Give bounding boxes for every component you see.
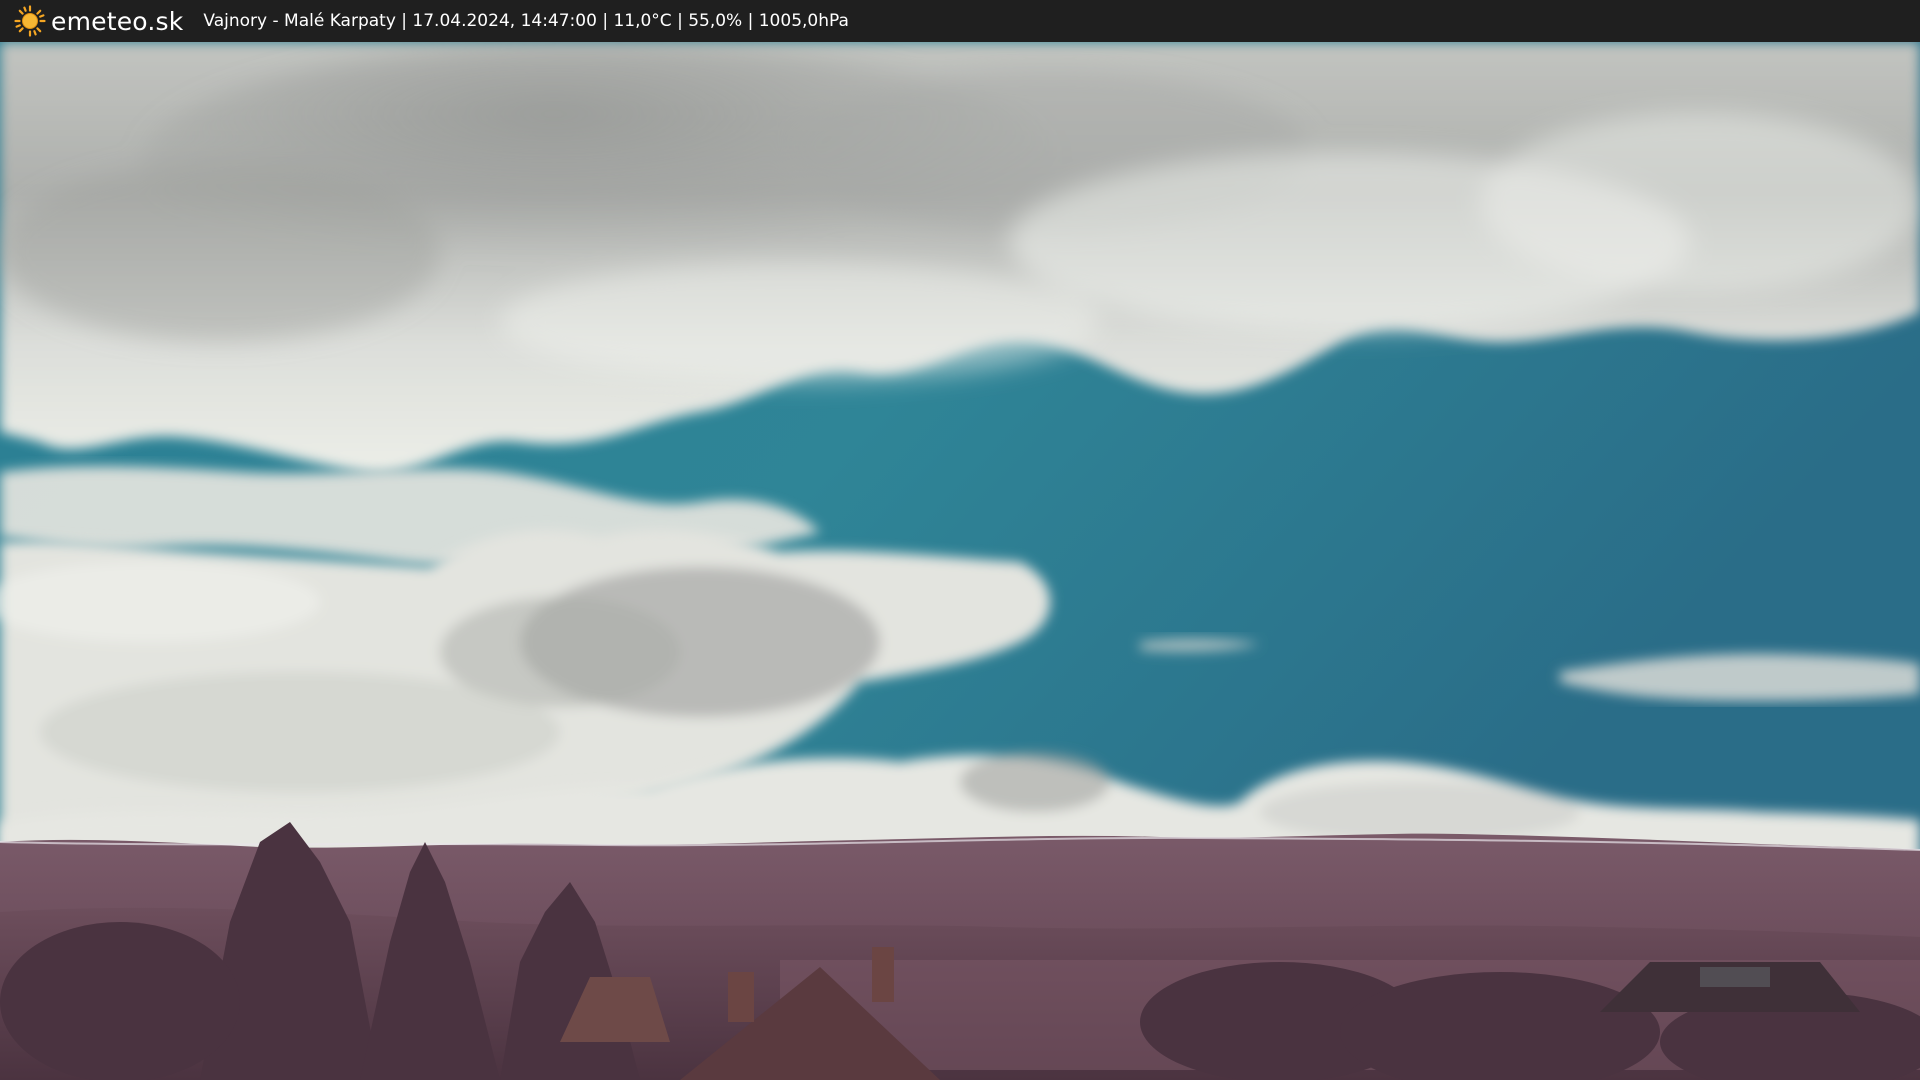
webcam-frame: emeteo.sk Vajnory - Malé Karpaty | 17.04…	[0, 0, 1920, 1080]
brand-name[interactable]: emeteo.sk	[51, 7, 183, 36]
info-bar: emeteo.sk Vajnory - Malé Karpaty | 17.04…	[0, 0, 1920, 42]
sun-icon	[14, 5, 46, 37]
brand-logo[interactable]: emeteo.sk	[14, 0, 183, 42]
webcam-image	[0, 42, 1920, 1080]
station-info-text: Vajnory - Malé Karpaty | 17.04.2024, 14:…	[203, 11, 849, 31]
